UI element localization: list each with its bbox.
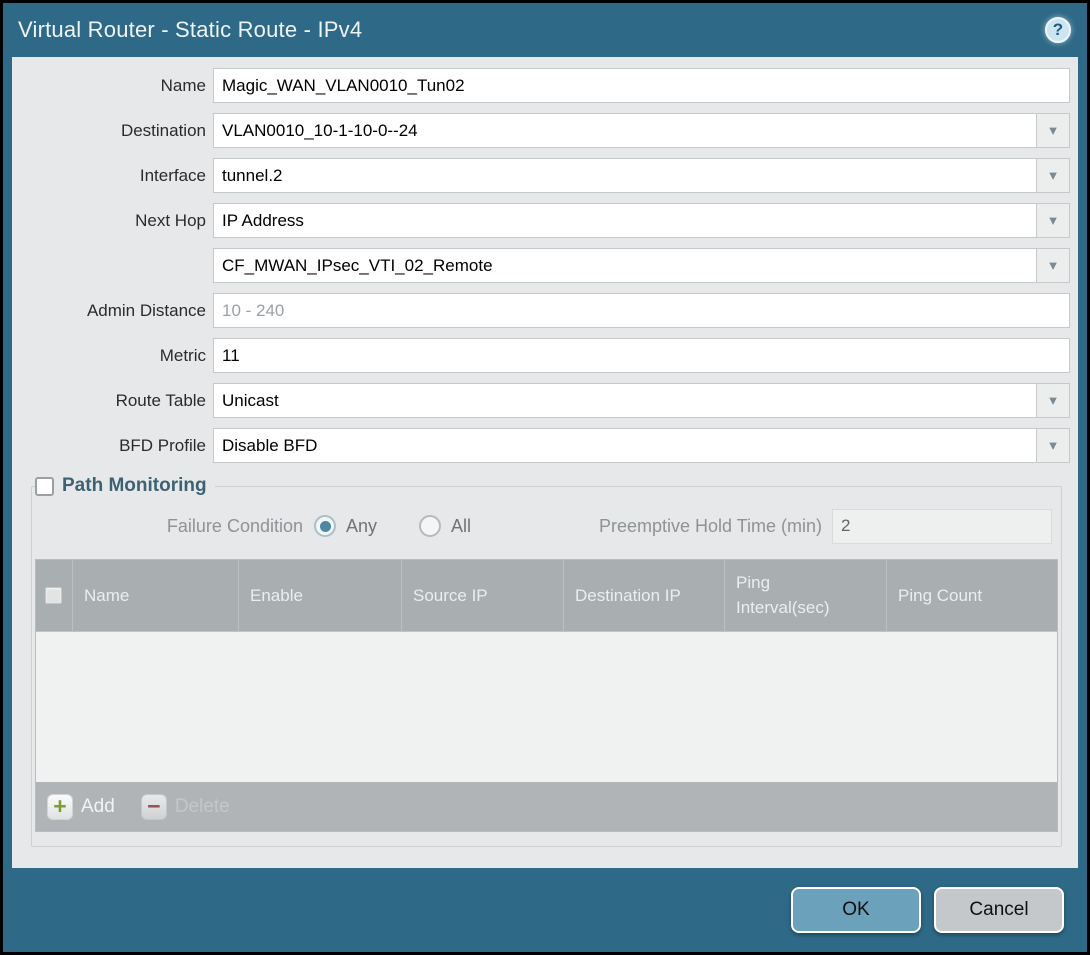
column-header-ping-count[interactable]: Ping Count (887, 560, 1057, 631)
select-all-checkbox[interactable] (45, 587, 62, 604)
chevron-down-icon: ▼ (1047, 169, 1060, 182)
interface-dropdown-button[interactable]: ▼ (1037, 158, 1070, 193)
path-monitoring-section: Path Monitoring Failure Condition Any Al… (31, 475, 1062, 847)
next-hop-address-input[interactable] (213, 248, 1037, 283)
field-row-next-hop: Next Hop ▼ (12, 203, 1070, 238)
field-row-destination: Destination ▼ (12, 113, 1070, 148)
select-all-column-header (36, 560, 73, 631)
route-table-label: Route Table (12, 391, 206, 411)
radio-all[interactable] (419, 515, 441, 537)
admin-distance-label: Admin Distance (12, 301, 206, 321)
interface-label: Interface (12, 166, 206, 186)
column-header-enable[interactable]: Enable (239, 560, 402, 631)
field-row-bfd-profile: BFD Profile ▼ (12, 428, 1070, 463)
bfd-profile-label: BFD Profile (12, 436, 206, 456)
name-input[interactable] (213, 68, 1070, 103)
table-toolbar: + Add − Delete (35, 782, 1058, 832)
admin-distance-input[interactable] (213, 293, 1070, 328)
failure-condition-option-any: Any (314, 515, 377, 537)
field-row-route-table: Route Table ▼ (12, 383, 1070, 418)
chevron-down-icon: ▼ (1047, 214, 1060, 227)
help-icon[interactable]: ? (1045, 17, 1071, 43)
field-row-name: Name (12, 68, 1070, 103)
route-table-input[interactable] (213, 383, 1037, 418)
interface-input[interactable] (213, 158, 1037, 193)
path-monitoring-title: Path Monitoring (62, 475, 207, 497)
next-hop-dropdown-button[interactable]: ▼ (1037, 203, 1070, 238)
chevron-down-icon: ▼ (1047, 124, 1060, 137)
destination-dropdown-button[interactable]: ▼ (1037, 113, 1070, 148)
dialog-titlebar: Virtual Router - Static Route - IPv4 ? (3, 3, 1087, 57)
path-monitoring-table: Name Enable Source IP Destination IP Pin… (35, 559, 1058, 782)
preemptive-hold-time-group: Preemptive Hold Time (min) (599, 509, 1052, 544)
cancel-button[interactable]: Cancel (934, 887, 1064, 933)
chevron-down-icon: ▼ (1047, 259, 1060, 272)
dialog-content: Name Destination ▼ Interface ▼ Next Hop … (12, 57, 1078, 868)
metric-input[interactable] (213, 338, 1070, 373)
add-button[interactable]: + Add (47, 794, 115, 820)
failure-condition-label: Failure Condition (35, 516, 303, 537)
dialog-title: Virtual Router - Static Route - IPv4 (18, 17, 362, 43)
route-table-dropdown-button[interactable]: ▼ (1037, 383, 1070, 418)
bfd-profile-input[interactable] (213, 428, 1037, 463)
radio-all-label: All (451, 516, 471, 537)
column-header-name[interactable]: Name (73, 560, 239, 631)
chevron-down-icon: ▼ (1047, 439, 1060, 452)
radio-any[interactable] (314, 515, 336, 537)
static-route-dialog: Virtual Router - Static Route - IPv4 ? N… (0, 0, 1090, 955)
path-monitoring-checkbox[interactable] (35, 477, 54, 496)
preemptive-hold-time-input[interactable] (832, 509, 1052, 544)
next-hop-address-dropdown-button[interactable]: ▼ (1037, 248, 1070, 283)
ok-button[interactable]: OK (791, 887, 921, 933)
radio-any-label: Any (346, 516, 377, 537)
table-body-empty (36, 632, 1057, 782)
column-header-ping-interval[interactable]: Ping Interval(sec) (725, 560, 887, 631)
column-header-source-ip[interactable]: Source IP (402, 560, 564, 631)
field-row-metric: Metric (12, 338, 1070, 373)
path-monitoring-legend: Path Monitoring (35, 475, 215, 497)
destination-label: Destination (12, 121, 206, 141)
next-hop-label: Next Hop (12, 211, 206, 231)
destination-input[interactable] (213, 113, 1037, 148)
chevron-down-icon: ▼ (1047, 394, 1060, 407)
preemptive-hold-time-label: Preemptive Hold Time (min) (599, 516, 822, 537)
radio-dot (320, 521, 331, 532)
failure-condition-option-all: All (419, 515, 471, 537)
column-header-destination-ip[interactable]: Destination IP (564, 560, 725, 631)
table-header-row: Name Enable Source IP Destination IP Pin… (36, 560, 1057, 632)
field-row-interface: Interface ▼ (12, 158, 1070, 193)
bfd-profile-dropdown-button[interactable]: ▼ (1037, 428, 1070, 463)
failure-condition-row: Failure Condition Any All Preemptive Hol… (35, 509, 1058, 543)
minus-icon: − (141, 794, 167, 820)
metric-label: Metric (12, 346, 206, 366)
field-row-admin-distance: Admin Distance (12, 293, 1070, 328)
plus-icon: + (47, 794, 73, 820)
next-hop-type-input[interactable] (213, 203, 1037, 238)
dialog-footer: OK Cancel (3, 868, 1087, 952)
delete-button[interactable]: − Delete (141, 794, 230, 820)
field-row-next-hop-address: ▼ (12, 248, 1070, 283)
name-label: Name (12, 76, 206, 96)
